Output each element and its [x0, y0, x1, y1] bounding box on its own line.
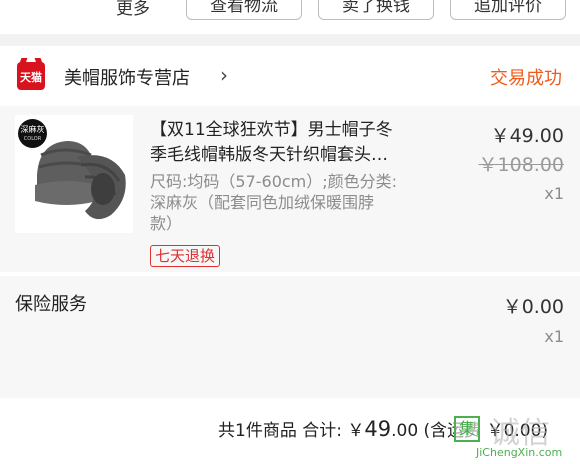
order-actions-bar: 更多 查看物流 卖了换钱 追加评价	[0, 0, 580, 34]
product-quantity: x1	[544, 184, 564, 203]
summary-prefix: 共1件商品 合计: ￥	[218, 421, 365, 441]
sell-item-button[interactable]: 卖了换钱	[318, 0, 434, 20]
spec-line3: 款）	[150, 214, 183, 233]
order-item[interactable]: 深麻灰 COLOR 【双11全球狂欢节】男士帽子冬 季毛线帽韩版冬天针织帽套头……	[0, 106, 580, 272]
spec-line1: 尺码:均码（57-60cm）;颜色分类:	[150, 172, 398, 191]
product-title[interactable]: 【双11全球狂欢节】男士帽子冬 季毛线帽韩版冬天针织帽套头…	[150, 118, 446, 168]
watermark: 集 诚信 JiChengXin.com	[454, 406, 574, 460]
total-amount: 49	[364, 417, 392, 441]
section-divider	[0, 34, 580, 46]
insurance-price: ￥0.00	[502, 296, 564, 318]
chevron-right-icon[interactable]: ›	[220, 63, 228, 87]
insurance-row[interactable]: 保险服务 ￥0.00 x1	[0, 276, 580, 398]
product-title-line2: 季毛线帽韩版冬天针织帽套头…	[150, 145, 388, 165]
product-spec: 尺码:均码（57-60cm）;颜色分类: 深麻灰（配套同色加绒保暖围脖 款）	[150, 171, 450, 234]
store-name[interactable]: 美帽服饰专营店	[64, 64, 190, 90]
product-thumbnail[interactable]: 深麻灰 COLOR	[15, 115, 133, 233]
color-badge: 深麻灰 COLOR	[18, 119, 47, 148]
insurance-label: 保险服务	[15, 294, 87, 315]
order-summary: 共1件商品 合计: ￥49.00 (含运费 ￥0.00) 集 诚信 JiChen…	[0, 398, 580, 464]
original-price: ￥108.00	[478, 154, 564, 176]
insurance-quantity: x1	[544, 327, 564, 346]
order-status: 交易成功	[490, 68, 562, 89]
watermark-box: 集	[454, 416, 480, 442]
store-header[interactable]: 天猫 美帽服饰专营店 › 交易成功	[0, 46, 580, 106]
view-logistics-button[interactable]: 查看物流	[186, 0, 302, 20]
tmall-logo-icon: 天猫	[17, 62, 45, 90]
add-review-button[interactable]: 追加评价	[450, 0, 566, 20]
more-link[interactable]: 更多	[116, 0, 150, 19]
spec-line2: 深麻灰（配套同色加绒保暖围脖	[150, 193, 375, 212]
product-price: ￥49.00	[490, 125, 564, 147]
watermark-url: JiChengXin.com	[476, 446, 563, 459]
product-title-line1: 【双11全球狂欢节】男士帽子冬	[150, 120, 393, 140]
seven-day-return-badge: 七天退换	[150, 245, 221, 267]
